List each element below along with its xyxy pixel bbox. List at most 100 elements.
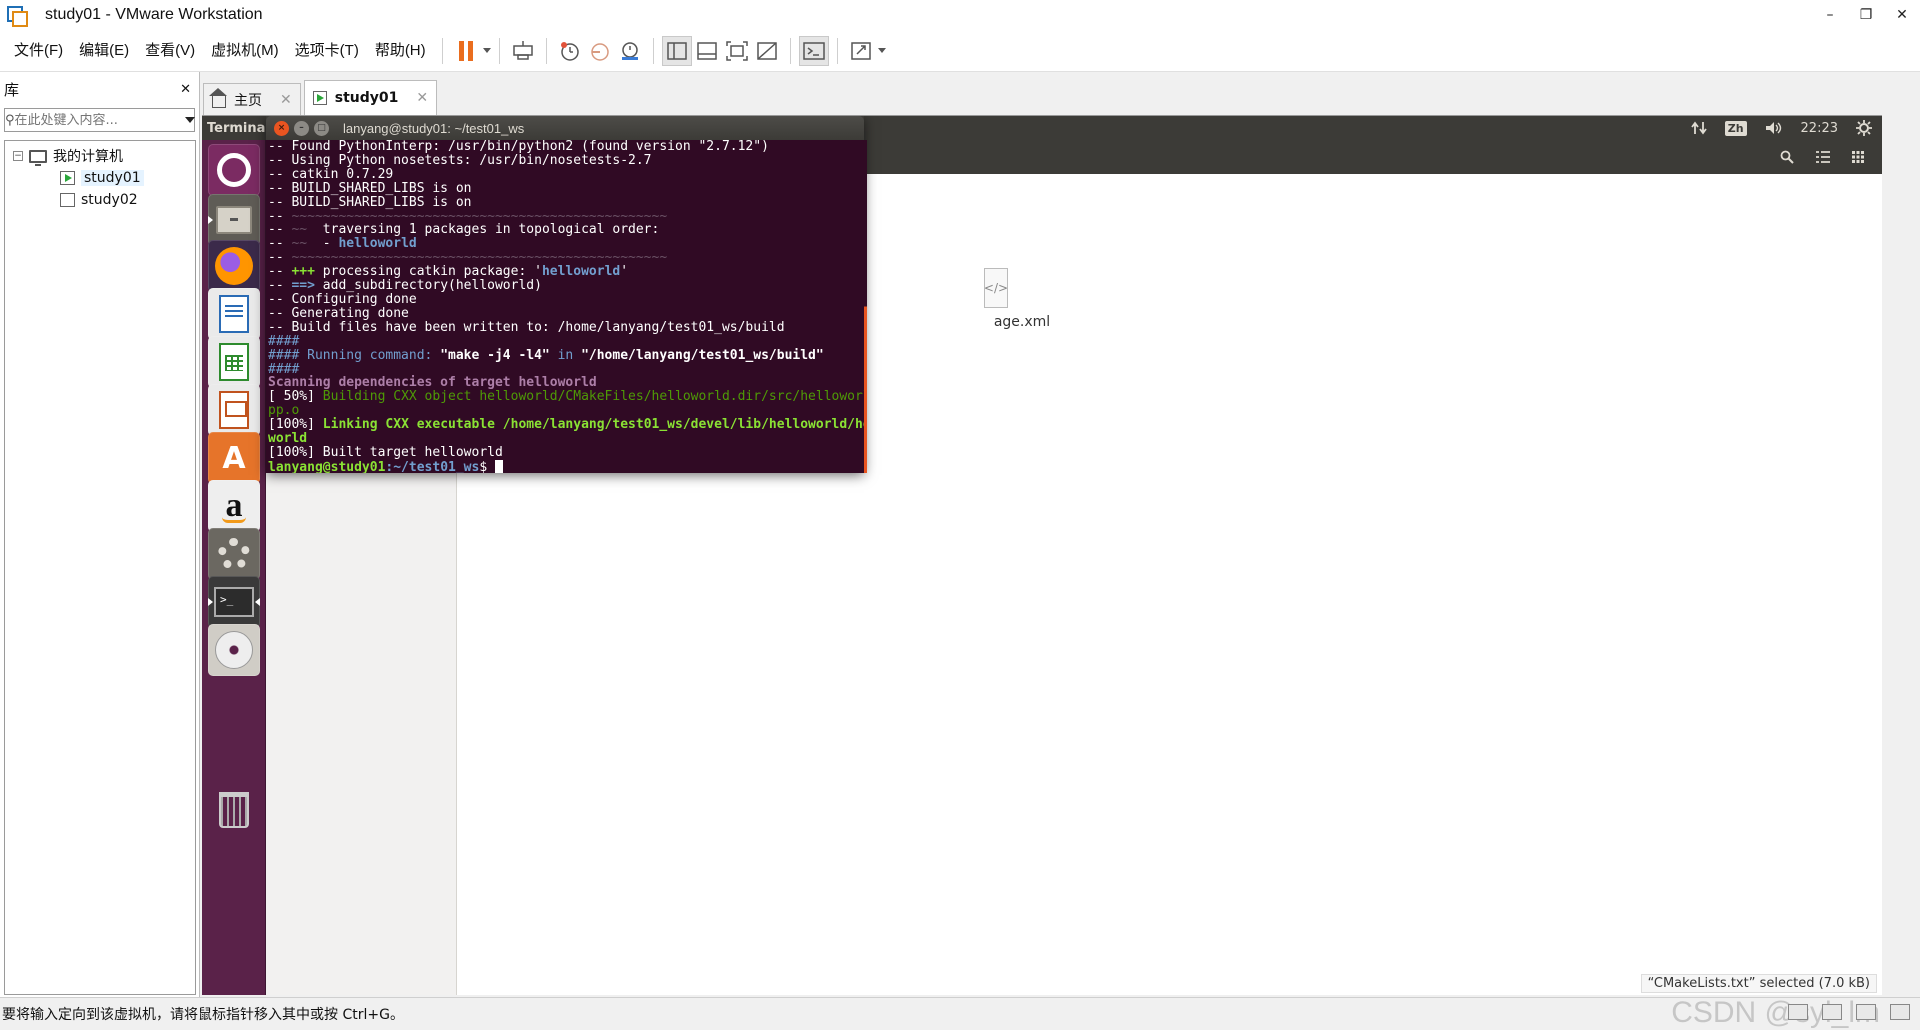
menu-help[interactable]: 帮助(H) xyxy=(367,30,434,72)
chevron-down-icon[interactable] xyxy=(184,117,195,123)
close-button[interactable]: ✕ xyxy=(1884,0,1920,30)
system-settings-icon xyxy=(218,538,250,570)
library-search-box[interactable]: ⚲ xyxy=(4,108,195,132)
hard-disk-icon[interactable] xyxy=(1788,1004,1808,1020)
menu-view[interactable]: 查看(V) xyxy=(137,30,203,72)
launcher-writer[interactable] xyxy=(208,288,260,340)
stretch-guest-button[interactable] xyxy=(846,36,876,66)
settings-gear-icon[interactable] xyxy=(1856,120,1872,136)
files-icon xyxy=(216,206,252,234)
terminal-line: -- BUILD_SHARED_LIBS is on xyxy=(268,180,472,196)
running-pip-icon xyxy=(208,216,213,224)
list-view-icon[interactable] xyxy=(1816,151,1830,163)
terminal-output[interactable]: -- Found PythonInterp: /usr/bin/python2 … xyxy=(266,140,864,473)
tree-item-study01[interactable]: study01 xyxy=(5,167,195,189)
revert-snapshot-icon xyxy=(590,42,609,61)
launcher-dvd[interactable] xyxy=(208,624,260,676)
terminal-prompt[interactable]: lanyang@study01:~/test01_ws$ xyxy=(268,459,862,473)
tree-item-study02[interactable]: study02 xyxy=(5,189,195,211)
volume-icon[interactable] xyxy=(1765,121,1783,135)
launcher-calc[interactable] xyxy=(208,336,260,388)
clock[interactable]: 22:23 xyxy=(1801,121,1838,136)
library-close-icon[interactable]: ✕ xyxy=(180,82,191,97)
network-arrows-icon[interactable] xyxy=(1690,121,1707,135)
unity-mode-button[interactable] xyxy=(752,36,782,66)
stretch-dropdown-caret[interactable] xyxy=(877,48,886,53)
revert-snapshot-button[interactable] xyxy=(585,36,615,66)
terminal-line: -- catkin 0.7.29 xyxy=(268,166,394,182)
launcher-dash[interactable] xyxy=(208,144,260,196)
library-search-input[interactable] xyxy=(14,112,185,128)
sound-icon[interactable] xyxy=(1890,1004,1910,1020)
toolbar-separator xyxy=(652,37,654,64)
terminal-line: -- ~~~~~~~~~~~~~~~~~~~~~~~~~~~~~~~~~~~~~… xyxy=(268,250,668,266)
snapshot-button[interactable] xyxy=(555,36,585,66)
xml-file-icon: </> xyxy=(984,268,1008,308)
terminal-line: [ 50%] Building CXX object helloworld/CM… xyxy=(268,389,864,405)
send-ctrl-alt-del-button[interactable] xyxy=(508,36,538,66)
terminal-titlebar[interactable]: × – □ lanyang@study01: ~/test01_ws xyxy=(266,116,864,140)
vm-console[interactable]: Terminal Zh 22:23 </> age.xml “CMakeList… xyxy=(202,115,1882,995)
tab-close-icon[interactable]: ✕ xyxy=(280,92,292,108)
launcher-firefox[interactable] xyxy=(208,240,260,292)
tab-study01[interactable]: study01 ✕ xyxy=(303,80,438,115)
impress-icon xyxy=(219,391,249,429)
vm-running-icon xyxy=(60,171,75,185)
vmware-logo-icon xyxy=(7,6,28,27)
computer-icon xyxy=(29,149,47,166)
terminal-title: lanyang@study01: ~/test01_ws xyxy=(343,120,525,136)
show-library-button[interactable] xyxy=(661,35,692,66)
terminal-window[interactable]: × – □ lanyang@study01: ~/test01_ws -- Fo… xyxy=(266,116,867,473)
search-icon[interactable] xyxy=(1780,150,1794,164)
tab-label: study01 xyxy=(334,90,399,106)
terminal-maximize-button[interactable]: □ xyxy=(314,120,329,136)
terminal-minimize-button[interactable]: – xyxy=(294,120,309,136)
file-item-label: age.xml xyxy=(993,314,1051,330)
menu-tabs[interactable]: 选项卡(T) xyxy=(287,30,367,72)
collapse-icon[interactable]: − xyxy=(13,151,23,161)
tree-item-label: study02 xyxy=(81,192,138,208)
launcher-settings[interactable] xyxy=(208,528,260,580)
launcher-files[interactable] xyxy=(208,194,260,246)
terminal-line: Scanning dependencies of target hellowor… xyxy=(268,375,597,391)
tab-label: 主页 xyxy=(234,92,262,109)
library-header: 库 ✕ xyxy=(0,72,199,106)
unity-launcher: A a >_ xyxy=(202,140,266,995)
launcher-impress[interactable] xyxy=(208,384,260,436)
snapshot-manager-button[interactable] xyxy=(615,36,645,66)
terminal-line: #### Running command: "make -j4 -l4" in … xyxy=(268,347,824,363)
launcher-amazon[interactable]: a xyxy=(208,480,260,532)
show-thumbnail-bar-button[interactable] xyxy=(692,36,722,66)
grid-view-icon[interactable] xyxy=(1852,151,1864,163)
minimize-button[interactable]: – xyxy=(1812,0,1848,30)
launcher-software[interactable]: A xyxy=(208,432,260,484)
menu-file[interactable]: 文件(F) xyxy=(6,30,71,72)
snapshot-manager-icon xyxy=(621,41,638,60)
pause-button[interactable] xyxy=(451,36,481,66)
window-titlebar: study01 - VMware Workstation – ❐ ✕ xyxy=(0,0,1920,30)
terminal-close-button[interactable]: × xyxy=(274,120,289,136)
usb-icon[interactable] xyxy=(1856,1004,1876,1020)
menu-vm[interactable]: 虚拟机(M) xyxy=(203,30,287,72)
terminal-line: -- Found PythonInterp: /usr/bin/python2 … xyxy=(268,140,769,154)
full-screen-button[interactable] xyxy=(722,36,752,66)
keyboard-send-icon xyxy=(512,40,533,60)
tab-close-icon[interactable]: ✕ xyxy=(416,90,428,106)
terminal-line: [100%] Built target helloworld xyxy=(268,444,503,460)
restore-button[interactable]: ❐ xyxy=(1848,0,1884,30)
launcher-terminal[interactable]: >_ xyxy=(208,576,260,628)
file-item[interactable]: </> age.xml xyxy=(972,268,1072,330)
input-method-indicator[interactable]: Zh xyxy=(1724,120,1747,136)
terminal-line: -- ==> add_subdirectory(helloworld) xyxy=(268,278,542,294)
tab-home[interactable]: 主页 ✕ xyxy=(203,83,301,115)
library-panel: 库 ✕ ⚲ − 我的计算机 study01 study02 xyxy=(0,72,200,997)
network-adapter-icon[interactable] xyxy=(1822,1004,1842,1020)
console-view-button[interactable] xyxy=(798,35,829,66)
calc-icon xyxy=(219,343,249,381)
launcher-trash[interactable] xyxy=(208,784,260,836)
power-dropdown-caret[interactable] xyxy=(482,48,491,53)
home-icon xyxy=(209,87,227,108)
tree-root-my-computer[interactable]: − 我的计算机 xyxy=(5,145,195,167)
terminal-line: #### xyxy=(268,361,300,377)
menu-edit[interactable]: 编辑(E) xyxy=(71,30,137,72)
